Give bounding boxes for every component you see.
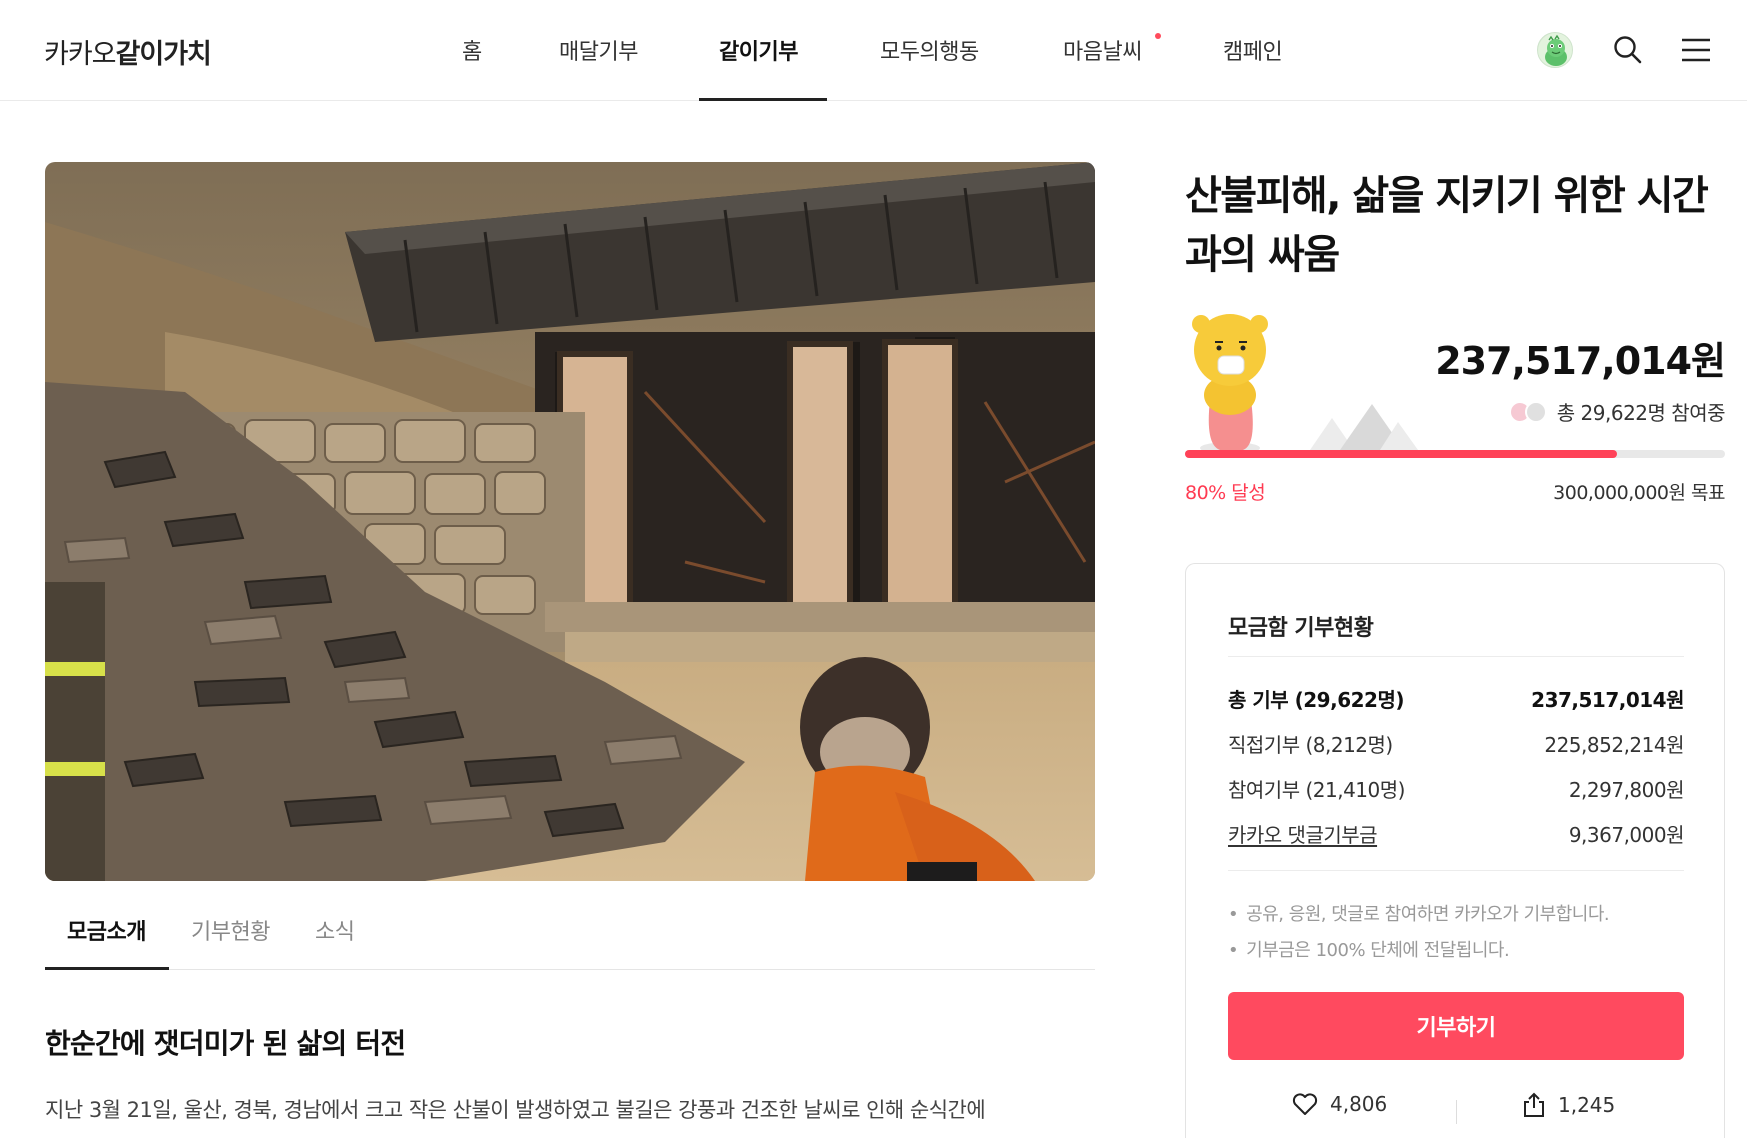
row-value: 9,367,000원 <box>1568 823 1685 847</box>
nav-monthly-donation[interactable]: 매달기부 <box>559 34 638 66</box>
donation-status-box: 모금함 기부현황 총 기부 (29,622명) 237,517,014원 직접기… <box>1185 563 1725 1138</box>
menu-icon[interactable] <box>1679 33 1713 67</box>
campaign-hero-image <box>45 162 1095 881</box>
participant-avatars <box>1508 400 1549 423</box>
kakao-together-logo[interactable]: 카카오같이가치 <box>44 32 212 71</box>
tab-introduction[interactable]: 모금소개 <box>67 914 146 946</box>
article-body: 지난 3월 21일, 울산, 경북, 경남에서 크고 작은 산불이 발생하였고 … <box>45 1098 986 1122</box>
row-value: 225,852,214원 <box>1544 733 1684 757</box>
participant-count: 총 29,622명 참여중 <box>1508 397 1726 426</box>
donate-button[interactable]: 기부하기 <box>1228 992 1684 1060</box>
like-button[interactable]: 4,806 <box>1292 1092 1387 1116</box>
like-count: 4,806 <box>1330 1092 1388 1116</box>
action-bar: 4,806 1,245 <box>1228 1080 1684 1138</box>
participant-text: 총 29,622명 참여중 <box>1556 401 1726 425</box>
row-value: 2,297,800원 <box>1568 778 1685 802</box>
info-note: 공유, 응원, 댓글로 참여하면 카카오가 기부합니다. <box>1228 900 1609 926</box>
nav-campaign[interactable]: 캠페인 <box>1223 34 1283 66</box>
row-label: 직접기부 (8,212명) <box>1228 733 1393 757</box>
share-button[interactable]: 1,245 <box>1522 1092 1615 1118</box>
progress-bar <box>1185 450 1725 458</box>
nav-everyone-action[interactable]: 모두의행동 <box>880 34 979 66</box>
row-label: 총 기부 (29,622명) <box>1228 688 1405 712</box>
goal-amount: 300,000,000원 목표 <box>1553 482 1725 504</box>
share-icon <box>1524 1092 1544 1117</box>
mountain-illustration <box>1310 398 1430 450</box>
raised-amount: 237,517,014원 <box>1435 339 1726 383</box>
content-tabs: 모금소개 기부현황 소식 <box>45 880 1095 970</box>
search-icon[interactable] <box>1611 33 1645 67</box>
divider <box>1228 656 1684 657</box>
ryan-character-icon <box>1185 310 1275 455</box>
logo-main: 같이가치 <box>115 39 212 70</box>
logo-prefix: 카카오 <box>44 39 117 70</box>
active-tab-indicator <box>45 967 169 970</box>
article-heading: 한순간에 잿더미가 된 삶의 터전 <box>45 1027 406 1060</box>
progress-fill <box>1185 450 1617 458</box>
user-avatar[interactable] <box>1537 32 1573 68</box>
new-badge-dot <box>1155 33 1161 39</box>
info-note: 기부금은 100% 단체에 전달됩니다. <box>1228 936 1510 962</box>
active-nav-indicator <box>699 98 827 101</box>
divider <box>1456 1100 1457 1124</box>
heart-icon <box>1292 1093 1318 1115</box>
achievement-rate: 80% 달성 <box>1185 482 1266 504</box>
row-label: 참여기부 (21,410명) <box>1228 778 1405 802</box>
campaign-title: 산불피해, 삶을 지키기 위한 시간과의 싸움 <box>1185 173 1709 278</box>
share-count: 1,245 <box>1558 1093 1616 1117</box>
tab-news[interactable]: 소식 <box>315 914 355 946</box>
participant-avatar-icon <box>1524 400 1547 423</box>
comment-donation-link[interactable]: 카카오 댓글기부금 <box>1228 819 1378 848</box>
burned-house-photo <box>45 162 1095 881</box>
nav-mind-weather[interactable]: 마음날씨 <box>1063 34 1142 66</box>
nav-together-donation[interactable]: 같이기부 <box>719 34 798 66</box>
row-value: 237,517,014원 <box>1531 688 1684 712</box>
top-header: 카카오같이가치 홈 매달기부 같이기부 모두의행동 마음날씨 캠페인 <box>0 0 1747 101</box>
divider <box>1228 870 1684 871</box>
box-title: 모금함 기부현황 <box>1228 616 1374 641</box>
tab-donation-status[interactable]: 기부현황 <box>191 914 270 946</box>
dinosaur-avatar-icon <box>1538 33 1572 67</box>
nav-home[interactable]: 홈 <box>462 34 482 66</box>
